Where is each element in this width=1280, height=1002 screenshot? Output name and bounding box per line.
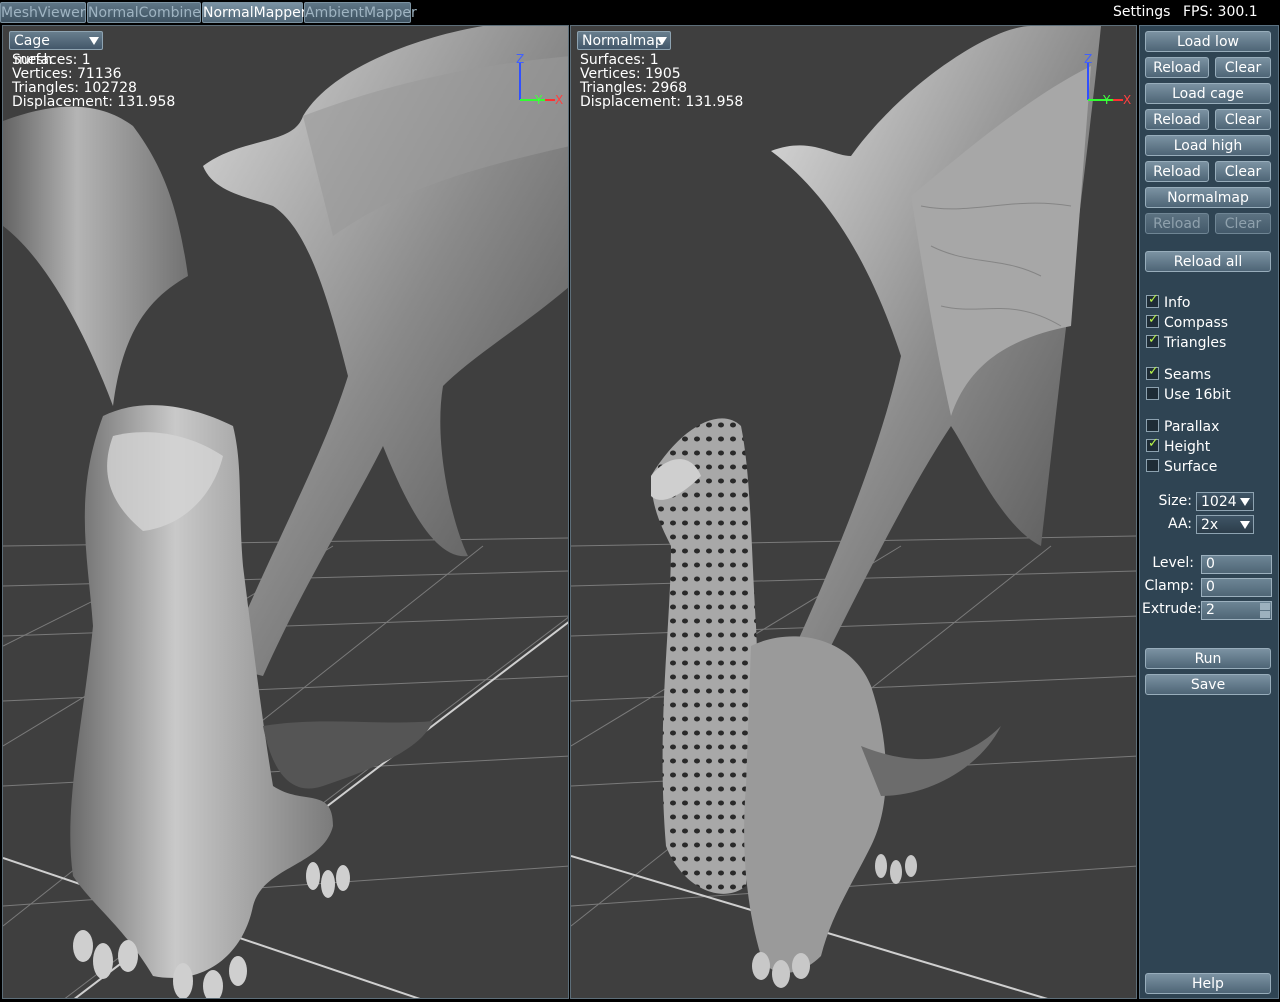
chevron-down-icon — [1240, 498, 1250, 506]
tab-meshviewer[interactable]: MeshViewer — [0, 2, 86, 23]
reload-high-button[interactable]: Reload — [1145, 161, 1209, 182]
viewport-normalmap[interactable]: Normalmap Surfaces: 1 Vertices: 1905 Tri… — [570, 25, 1137, 999]
mesh-info-left: Surfaces: 1 Vertices: 71136 Triangles: 1… — [12, 53, 175, 109]
view-mode-select-left[interactable]: Cage mesh — [9, 31, 103, 68]
info-surfaces: Surfaces: 1 — [580, 52, 659, 68]
compass-z-label: Z — [516, 52, 524, 66]
level-label: Level: — [1152, 555, 1194, 571]
extrude-label: Extrude: — [1142, 601, 1202, 617]
extrude-stepper[interactable]: 2 — [1201, 601, 1272, 620]
extrude-value: 2 — [1206, 602, 1215, 618]
chevron-down-icon — [89, 37, 99, 45]
size-label: Size: — [1158, 493, 1192, 509]
checkmark-icon: ✓ — [1148, 436, 1159, 451]
compass-y-label: Y — [1102, 93, 1111, 107]
info-vertices: Vertices: 71136 — [12, 66, 122, 82]
reload-normalmap-button[interactable]: Reload — [1145, 213, 1209, 234]
mesh-info-right: Surfaces: 1 Vertices: 1905 Triangles: 29… — [580, 53, 743, 109]
clear-high-button[interactable]: Clear — [1215, 161, 1271, 182]
surface-checkbox[interactable]: Surface — [1146, 458, 1217, 476]
aa-value: 2x — [1201, 517, 1219, 533]
chevron-down-icon — [1240, 521, 1250, 529]
fps-counter: FPS: 300.1 — [1183, 4, 1258, 20]
info-surfaces: Surfaces: 1 — [12, 52, 91, 68]
info-triangles: Triangles: 2968 — [580, 80, 688, 96]
compass-z-label: Z — [1084, 52, 1092, 66]
compass-x-label: X — [1123, 93, 1131, 107]
chevron-down-icon — [657, 37, 667, 45]
clear-normalmap-button[interactable]: Clear — [1215, 213, 1271, 234]
info-triangles: Triangles: 102728 — [12, 80, 137, 96]
size-select[interactable]: 1024 — [1196, 492, 1254, 511]
tab-normalmapper[interactable]: NormalMapper — [202, 2, 306, 23]
aa-label: AA: — [1167, 516, 1192, 532]
dragon-normalmapped-render — [571, 26, 1136, 998]
run-button[interactable]: Run — [1145, 648, 1271, 669]
tab-bar: MeshViewer NormalCombiner NormalMapper A… — [0, 0, 1280, 24]
settings-button[interactable]: Settings — [1113, 2, 1170, 22]
info-displacement: Displacement: 131.958 — [12, 94, 176, 110]
viewport-cage-mesh[interactable]: Cage mesh Surfaces: 1 Vertices: 71136 Tr… — [2, 25, 569, 999]
normalmap-button[interactable]: Normalmap — [1145, 187, 1271, 208]
axis-compass-icon: Z Y X — [1084, 52, 1131, 107]
clear-cage-button[interactable]: Clear — [1215, 109, 1271, 130]
load-low-button[interactable]: Load low — [1145, 31, 1271, 52]
compass-checkbox[interactable]: ✓ Compass — [1146, 312, 1228, 332]
stepper-arrows-icon[interactable] — [1260, 603, 1270, 618]
clamp-field[interactable]: 0 — [1201, 578, 1272, 597]
load-high-button[interactable]: Load high — [1145, 135, 1271, 156]
view-mode-value: Normalmap — [582, 33, 664, 49]
info-checkbox[interactable]: ✓ Info — [1146, 292, 1191, 312]
checkmark-icon: ✓ — [1148, 312, 1159, 327]
reload-all-button[interactable]: Reload all — [1145, 251, 1271, 272]
tab-normalcombiner[interactable]: NormalCombiner — [87, 2, 207, 23]
view-mode-select-right[interactable]: Normalmap — [577, 31, 671, 50]
load-cage-button[interactable]: Load cage — [1145, 83, 1271, 104]
clamp-label: Clamp: — [1144, 578, 1195, 594]
checkmark-icon: ✓ — [1148, 332, 1159, 347]
checkmark-icon: ✓ — [1148, 364, 1159, 379]
help-button[interactable]: Help — [1145, 973, 1271, 994]
height-checkbox[interactable]: ✓ Height — [1146, 436, 1210, 456]
control-panel: Load low Reload Clear Load cage Reload C… — [1139, 25, 1279, 999]
seams-checkbox[interactable]: ✓ Seams — [1146, 364, 1211, 384]
compass-y-label: Y — [534, 93, 543, 107]
level-field[interactable]: 0 — [1201, 555, 1272, 574]
use-16bit-checkbox[interactable]: Use 16bit — [1146, 386, 1231, 404]
axis-compass-icon: Z Y X — [516, 52, 563, 107]
tab-ambientmapper[interactable]: AmbientMapper — [304, 2, 417, 23]
parallax-checkbox[interactable]: Parallax — [1146, 418, 1219, 436]
clear-low-button[interactable]: Clear — [1215, 57, 1271, 78]
dragon-cage-mesh-render — [3, 26, 568, 998]
reload-cage-button[interactable]: Reload — [1145, 109, 1209, 130]
save-button[interactable]: Save — [1145, 674, 1271, 695]
size-value: 1024 — [1201, 494, 1237, 510]
aa-select[interactable]: 2x — [1196, 515, 1254, 534]
triangles-checkbox[interactable]: ✓ Triangles — [1146, 332, 1226, 352]
info-displacement: Displacement: 131.958 — [580, 94, 744, 110]
info-vertices: Vertices: 1905 — [580, 66, 681, 82]
compass-x-label: X — [555, 93, 563, 107]
reload-low-button[interactable]: Reload — [1145, 57, 1209, 78]
checkmark-icon: ✓ — [1148, 292, 1159, 307]
